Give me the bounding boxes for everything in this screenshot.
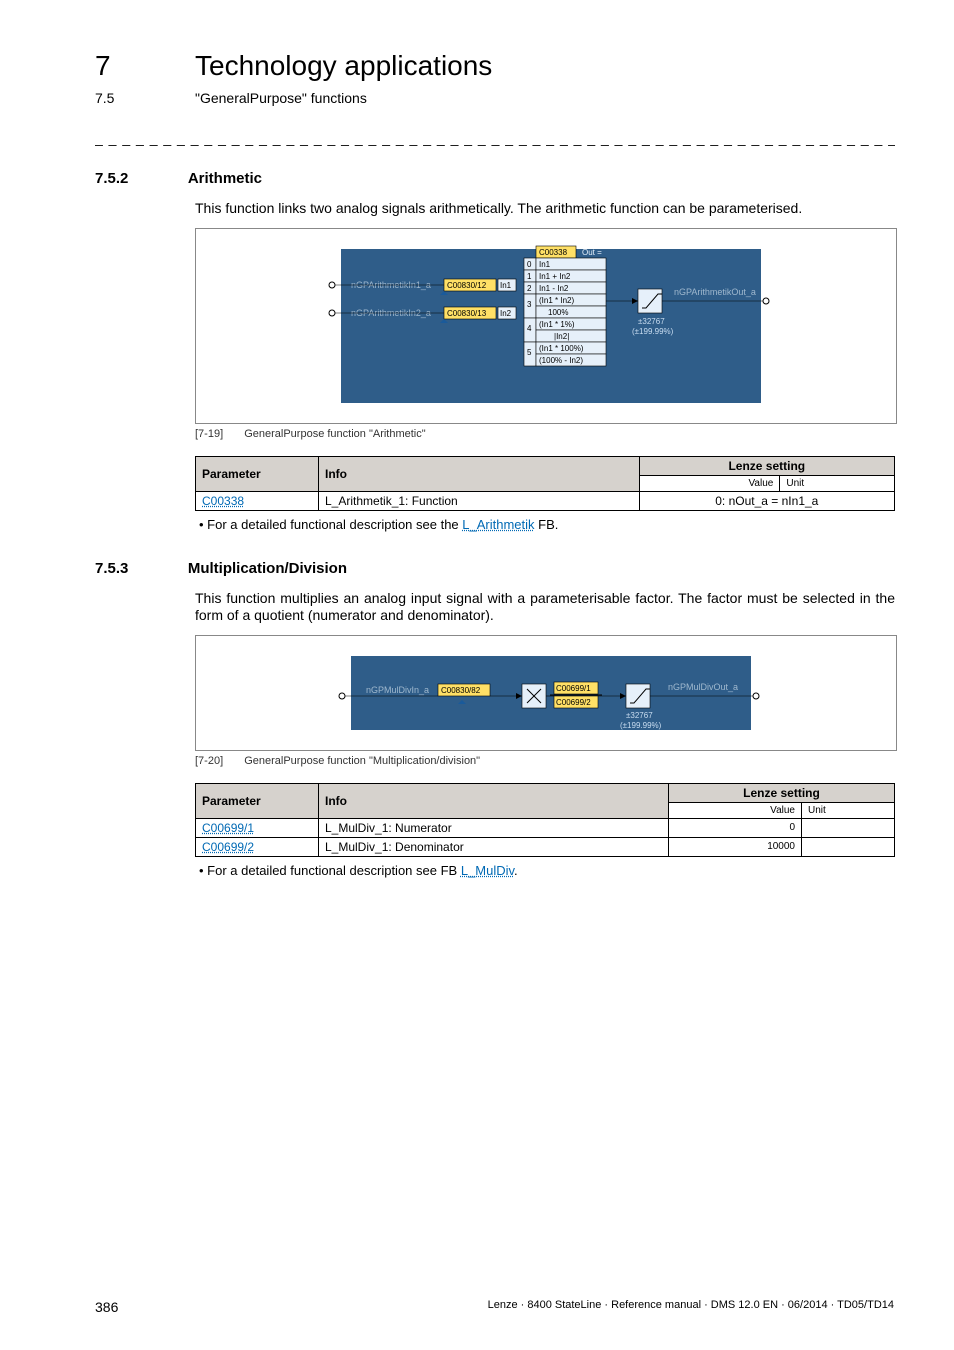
table-row: C00699/2 L_MulDiv_1: Denominator 10000 [196,837,895,856]
in2-port: In2 [500,309,512,318]
info-cell: L_MulDiv_1: Numerator [319,818,669,837]
chapter-number: 7 [95,50,111,82]
caption-label: [7-19] [195,428,223,440]
figure-arithmetic: nGPArithmetikIn1_a C00830/12 In1 nGPArit… [195,228,897,424]
out-signal: nGPArithmetikOut_a [674,287,756,297]
limit1: ±32767 [638,317,665,326]
opt-4a: (In1 * 1%) [539,320,575,329]
opt-idx-4: 4 [527,324,532,333]
th-lenze: Lenze setting [669,783,895,802]
opt-5b: (100% - In2) [539,356,583,365]
opt-3b: 100% [548,308,568,317]
th-info: Info [319,456,640,491]
footer-text: Lenze · 8400 StateLine · Reference manua… [488,1299,894,1315]
param-link[interactable]: C00338 [202,494,244,508]
paragraph: This function multiplies an analog input… [195,590,895,625]
chapter-title: Technology applications [195,50,492,82]
unit-cell [802,837,895,856]
in2-code: C00830/13 [447,309,487,318]
subsection-number: 7.5.2 [95,170,128,187]
limit1: ±32767 [626,711,653,720]
figure-caption-b: [7-20] GeneralPurpose function "Multipli… [195,755,895,767]
num-code: C00699/1 [556,684,591,693]
limit2: (±199.99%) [632,327,674,336]
den-code: C00699/2 [556,698,591,707]
figure-caption-a: [7-19] GeneralPurpose function "Arithmet… [195,428,895,440]
bullet-post: . [514,863,518,878]
value-cell: 10000 [669,837,802,856]
caption-text: GeneralPurpose function "Arithmetic" [244,428,425,440]
opt-5a: (In1 * 100%) [539,344,584,353]
figure-muldiv: nGPMulDivIn_a C00830/82 C00699/1 [195,635,897,751]
fb-link[interactable]: L_Arithmetik [462,517,534,532]
out-code: C00338 [539,248,568,257]
bullet-a: For a detailed functional description se… [199,517,895,532]
opt-idx-2: 2 [527,284,532,293]
caption-text: GeneralPurpose function "Multiplication/… [244,755,480,767]
info-cell: L_MulDiv_1: Denominator [319,837,669,856]
bullet-b: For a detailed functional description se… [199,863,895,878]
info-cell: L_Arithmetik_1: Function [319,491,640,510]
section-number: 7.5 [95,90,114,106]
opt-4b: |In2| [554,332,569,341]
opt-idx-1: 1 [527,272,532,281]
separator-dashes: _ _ _ _ _ _ _ _ _ _ _ _ _ _ _ _ _ _ _ _ … [95,130,895,146]
opt-2: In1 - In2 [539,284,569,293]
out-label: Out = [582,248,602,257]
in1-port: In1 [500,281,512,290]
opt-idx-5: 5 [527,348,532,357]
opt-0: In1 [539,260,551,269]
value-cell: 0: nOut_a = nIn1_a [639,491,894,510]
th-parameter: Parameter [196,456,319,491]
bullet-pre: For a detailed functional description se… [207,517,462,532]
th-value: Value [669,802,802,818]
bullet-pre: For a detailed functional description se… [207,863,461,878]
param-link[interactable]: C00699/2 [202,840,254,854]
opt-3a: (In1 * In2) [539,296,574,305]
opt-idx-3: 3 [527,300,532,309]
subsection-number: 7.5.3 [95,560,128,577]
bullet-post: FB. [535,517,559,532]
section-title: "GeneralPurpose" functions [195,90,367,106]
paragraph: This function links two analog signals a… [195,200,895,218]
table-row: C00699/1 L_MulDiv_1: Numerator 0 [196,818,895,837]
th-lenze: Lenze setting [639,456,894,475]
opt-idx-0: 0 [527,260,532,269]
caption-label: [7-20] [195,755,223,767]
value-cell: 0 [669,818,802,837]
out-signal: nGPMulDivOut_a [668,682,738,692]
page-footer: 386 Lenze · 8400 StateLine · Reference m… [95,1299,894,1315]
subsection-title: Arithmetic [188,170,262,187]
opt-1: In1 + In2 [539,272,571,281]
in-code: C00830/82 [441,686,481,695]
fb-link[interactable]: L_MulDiv [461,863,514,878]
th-value: Value [639,475,780,491]
subsection-title: Multiplication/Division [188,560,347,577]
in1-code: C00830/12 [447,281,487,290]
param-link[interactable]: C00699/1 [202,821,254,835]
page-number: 386 [95,1299,118,1315]
limit2: (±199.99%) [620,721,662,730]
parameter-table-a: Parameter Info Lenze setting Value Unit … [195,456,895,511]
parameter-table-b: Parameter Info Lenze setting Value Unit … [195,783,895,857]
in-signal: nGPMulDivIn_a [366,685,429,695]
th-unit: Unit [780,475,895,491]
th-unit: Unit [802,802,895,818]
th-info: Info [319,783,669,818]
th-parameter: Parameter [196,783,319,818]
table-row: C00338 L_Arithmetik_1: Function 0: nOut_… [196,491,895,510]
unit-cell [802,818,895,837]
